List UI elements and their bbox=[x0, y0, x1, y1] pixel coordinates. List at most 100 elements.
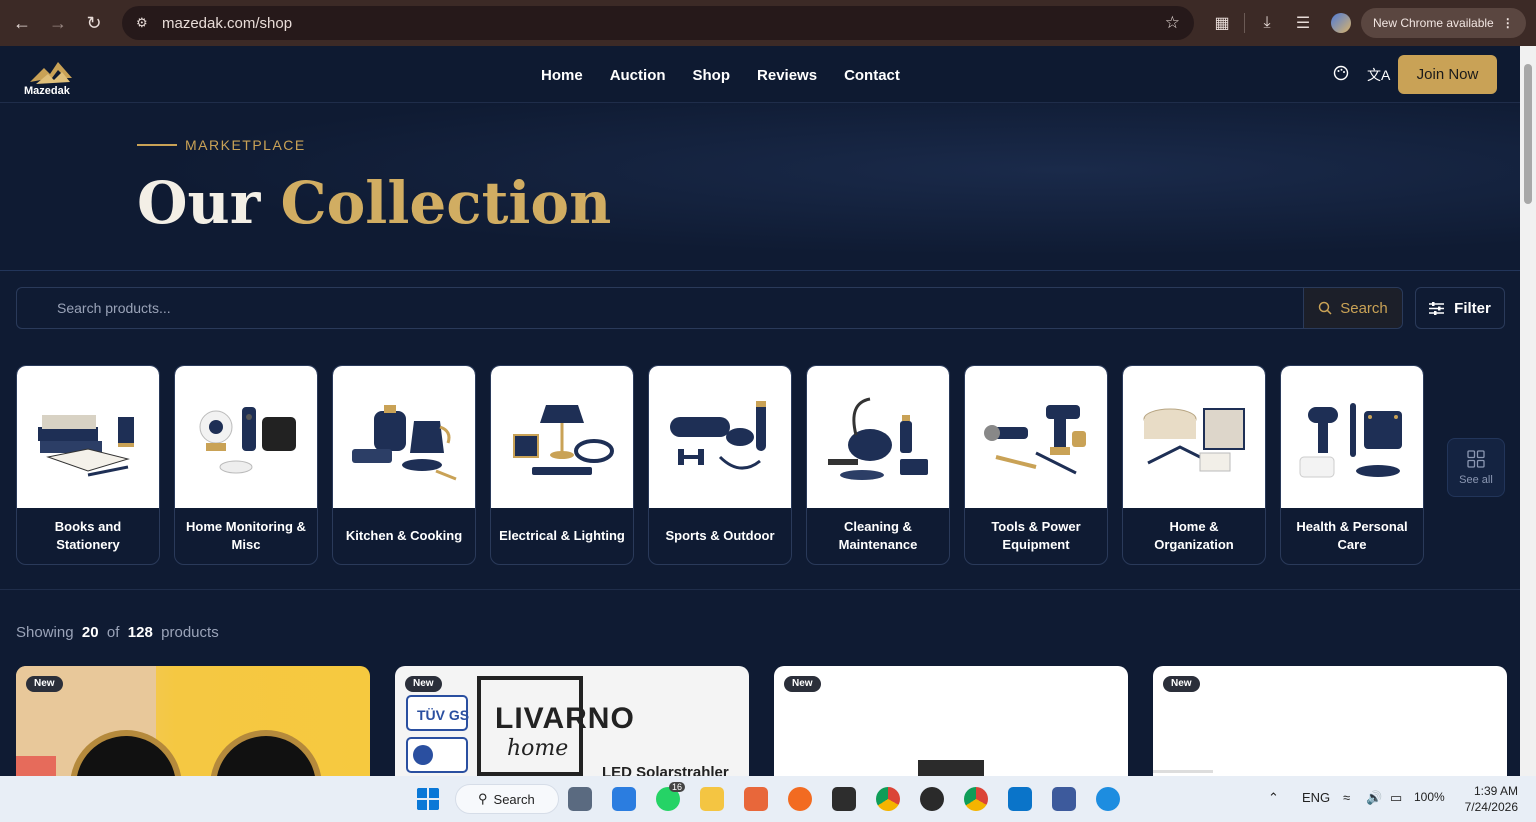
speedometer-icon[interactable] bbox=[920, 787, 944, 811]
extensions-icon[interactable]: ▦ bbox=[1204, 5, 1240, 41]
file-explorer-icon[interactable] bbox=[700, 787, 724, 811]
svg-text:TÜV GS: TÜV GS bbox=[417, 707, 469, 723]
nav-shop[interactable]: Shop bbox=[693, 67, 731, 84]
join-now-button[interactable]: Join Now bbox=[1398, 55, 1497, 94]
media-queue-icon[interactable]: ☰ bbox=[1285, 5, 1321, 41]
product-image bbox=[1153, 770, 1213, 773]
back-icon[interactable]: ← bbox=[4, 5, 40, 41]
category-card-home-organization[interactable]: Home & Organization bbox=[1122, 365, 1266, 565]
nav-reviews[interactable]: Reviews bbox=[757, 67, 817, 84]
category-card-electrical[interactable]: Electrical & Lighting bbox=[490, 365, 634, 565]
category-card-books[interactable]: Books and Stationery bbox=[16, 365, 160, 565]
page-title: Our Collection bbox=[137, 169, 611, 237]
browser-toolbar: ← → ↻ ⚙ mazedak.com/shop ☆ ▦ ⤓ ☰ New Chr… bbox=[0, 0, 1536, 46]
url-text[interactable]: mazedak.com/shop bbox=[162, 15, 1165, 32]
dumbbell-icon bbox=[649, 366, 791, 508]
books-icon bbox=[17, 366, 159, 508]
title-part2: Collection bbox=[280, 169, 612, 237]
docker-icon[interactable] bbox=[1096, 787, 1120, 811]
search-button-label: Search bbox=[1340, 299, 1388, 317]
category-label: Tools & Power Equipment bbox=[991, 519, 1081, 552]
bookmark-star-icon[interactable]: ☆ bbox=[1165, 13, 1180, 33]
windows-taskbar: ⚲ Search 16 ⌃ ENG ≈ 🔊 ▭ 100% 1:39 AM 7/2… bbox=[0, 776, 1536, 822]
product-grid: New TÜV GS New LIVARNO home LED Solarstr… bbox=[16, 666, 1507, 786]
category-label: Home & Organization bbox=[1154, 519, 1234, 552]
taskbar-search-label: Search bbox=[493, 791, 535, 807]
page-scrollbar[interactable] bbox=[1520, 46, 1536, 776]
brand-name: LIVARNO bbox=[495, 702, 635, 735]
todo-icon[interactable] bbox=[612, 787, 636, 811]
battery-percent: 100% bbox=[1414, 790, 1445, 804]
category-label: Sports & Outdoor bbox=[665, 528, 775, 543]
results-prefix: Showing bbox=[16, 624, 74, 641]
windows-start-icon[interactable] bbox=[416, 787, 440, 811]
address-bar[interactable]: ⚙ mazedak.com/shop ☆ bbox=[122, 6, 1194, 40]
chevron-up-icon[interactable]: ⌃ bbox=[1268, 790, 1279, 806]
new-badge: New bbox=[26, 676, 63, 692]
nav-home[interactable]: Home bbox=[541, 67, 583, 84]
language-indicator[interactable]: ENG bbox=[1302, 790, 1330, 805]
reload-icon[interactable]: ↻ bbox=[76, 5, 112, 41]
results-suffix: products bbox=[161, 624, 219, 641]
lamp-icon bbox=[491, 366, 633, 508]
chrome-active-icon[interactable] bbox=[964, 787, 988, 811]
taskbar-clock[interactable]: 1:39 AM 7/24/2026 bbox=[1462, 783, 1518, 815]
terminal-icon[interactable] bbox=[832, 787, 856, 811]
nav-contact[interactable]: Contact bbox=[844, 67, 900, 84]
filter-button[interactable]: Filter bbox=[1415, 287, 1505, 329]
task-view-icon[interactable] bbox=[568, 787, 592, 811]
app-icon[interactable] bbox=[1052, 787, 1076, 811]
category-card-sports[interactable]: Sports & Outdoor bbox=[648, 365, 792, 565]
postman-icon[interactable] bbox=[788, 787, 812, 811]
camera-icon bbox=[175, 366, 317, 508]
palette-icon[interactable] bbox=[1333, 65, 1349, 86]
battery-icon[interactable]: ▭ bbox=[1390, 790, 1402, 806]
chrome-update-button[interactable]: New Chrome available ⋮ bbox=[1361, 8, 1526, 38]
results-of: of bbox=[106, 624, 120, 641]
category-label: Health & Personal Care bbox=[1296, 519, 1408, 552]
download-icon[interactable]: ⤓ bbox=[1249, 5, 1285, 41]
category-card-tools[interactable]: Tools & Power Equipment bbox=[964, 365, 1108, 565]
whatsapp-badge: 16 bbox=[669, 782, 686, 792]
forward-icon[interactable]: → bbox=[40, 5, 76, 41]
site-info-icon[interactable]: ⚙ bbox=[136, 15, 158, 31]
see-all-label: See all bbox=[1459, 473, 1493, 486]
nav-auction[interactable]: Auction bbox=[610, 67, 666, 84]
category-card-kitchen[interactable]: Kitchen & Cooking bbox=[332, 365, 476, 565]
search-icon: ⚲ bbox=[478, 791, 488, 806]
search-button[interactable]: Search bbox=[1303, 288, 1402, 328]
section-divider bbox=[0, 589, 1520, 590]
taskbar-search[interactable]: ⚲ Search bbox=[455, 784, 559, 814]
filter-icon bbox=[1429, 301, 1445, 315]
vscode-icon[interactable] bbox=[1008, 787, 1032, 811]
results-shown: 20 bbox=[81, 624, 99, 641]
category-card-cleaning[interactable]: Cleaning & Maintenance bbox=[806, 365, 950, 565]
see-all-button[interactable]: See all bbox=[1447, 438, 1505, 497]
xampp-icon[interactable] bbox=[744, 787, 768, 811]
eyebrow-line bbox=[137, 144, 177, 146]
hero-eyebrow: MARKETPLACE bbox=[185, 137, 306, 153]
scrollbar-thumb[interactable] bbox=[1524, 64, 1532, 204]
site-header: Mazedak Home Auction Shop Reviews Contac… bbox=[0, 46, 1520, 103]
category-list: Books and Stationery Home Monitoring & M… bbox=[16, 365, 1424, 565]
filter-label: Filter bbox=[1454, 299, 1491, 317]
chrome-icon[interactable] bbox=[876, 787, 900, 811]
wifi-icon[interactable]: ≈ bbox=[1343, 790, 1350, 805]
product-card[interactable]: New bbox=[774, 666, 1128, 786]
grid-icon bbox=[1467, 449, 1485, 468]
search-input[interactable] bbox=[17, 288, 1303, 328]
more-menu-icon[interactable]: ⋮ bbox=[1502, 16, 1514, 30]
profile-avatar[interactable] bbox=[1331, 13, 1351, 33]
product-image bbox=[16, 666, 322, 786]
category-label: Cleaning & Maintenance bbox=[838, 519, 918, 552]
new-badge: New bbox=[1163, 676, 1200, 692]
volume-icon[interactable]: 🔊 bbox=[1366, 790, 1382, 806]
product-card[interactable]: New bbox=[1153, 666, 1507, 786]
product-card[interactable]: New bbox=[16, 666, 370, 786]
new-badge: New bbox=[405, 676, 442, 692]
category-card-home-monitoring[interactable]: Home Monitoring & Misc bbox=[174, 365, 318, 565]
product-card[interactable]: TÜV GS New LIVARNO home LED Solarstrahle… bbox=[395, 666, 749, 786]
category-card-health[interactable]: Health & Personal Care bbox=[1280, 365, 1424, 565]
translate-icon[interactable]: 文A bbox=[1367, 65, 1390, 85]
main-nav: Home Auction Shop Reviews Contact bbox=[541, 67, 927, 84]
